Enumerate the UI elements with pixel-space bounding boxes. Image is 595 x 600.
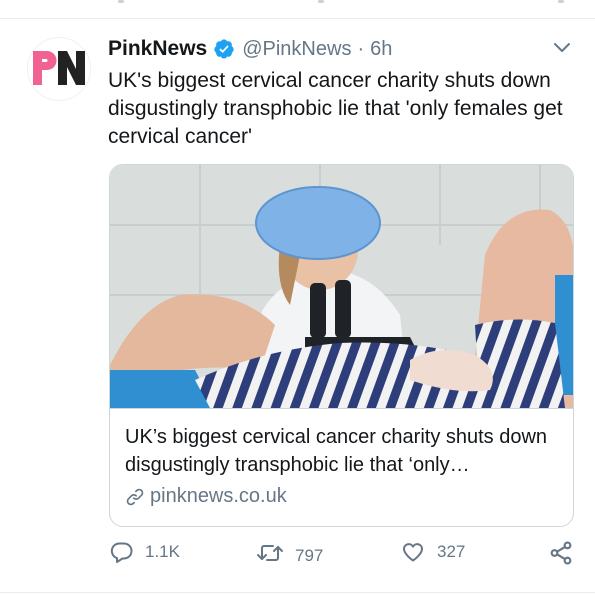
divider-top bbox=[0, 18, 595, 19]
tweet-header: PinkNews @PinkNews · 6h bbox=[108, 36, 392, 62]
retweet-count: 797 bbox=[295, 546, 324, 565]
tweet-text: UK's biggest cervical cancer charity shu… bbox=[108, 69, 563, 148]
tweet-timestamp[interactable]: 6h bbox=[370, 38, 392, 61]
like-button[interactable]: 327 bbox=[400, 540, 465, 564]
link-card[interactable]: UK’s biggest cervical cancer charity shu… bbox=[109, 164, 574, 527]
divider-bottom bbox=[0, 592, 595, 593]
card-image bbox=[110, 165, 573, 408]
tweet-actions: 1.1K 797 327 bbox=[108, 540, 578, 570]
card-title[interactable]: UK’s biggest cervical cancer charity shu… bbox=[125, 423, 560, 479]
retweet-icon bbox=[257, 545, 283, 561]
separator-dot: · bbox=[357, 37, 365, 60]
card-divider bbox=[110, 408, 573, 409]
verified-badge-icon bbox=[214, 39, 234, 59]
share-icon bbox=[550, 541, 572, 565]
reply-button[interactable]: 1.1K bbox=[110, 540, 180, 564]
avatar[interactable] bbox=[27, 37, 91, 101]
heart-icon bbox=[403, 543, 423, 562]
like-count: 327 bbox=[437, 542, 466, 561]
share-button[interactable] bbox=[548, 540, 574, 566]
link-icon bbox=[126, 488, 144, 505]
reply-icon bbox=[110, 542, 133, 563]
pinknews-logo bbox=[33, 51, 85, 85]
author-name[interactable]: PinkNews bbox=[108, 37, 207, 61]
retweet-button[interactable]: 797 bbox=[256, 540, 323, 566]
author-handle[interactable]: @PinkNews bbox=[242, 38, 351, 61]
chevron-down-icon[interactable] bbox=[552, 38, 572, 58]
previous-tweet-edge bbox=[0, 0, 595, 4]
card-domain-text: pinknews.co.uk bbox=[150, 485, 287, 507]
card-domain[interactable]: pinknews.co.uk bbox=[125, 485, 287, 508]
reply-count: 1.1K bbox=[145, 542, 180, 561]
